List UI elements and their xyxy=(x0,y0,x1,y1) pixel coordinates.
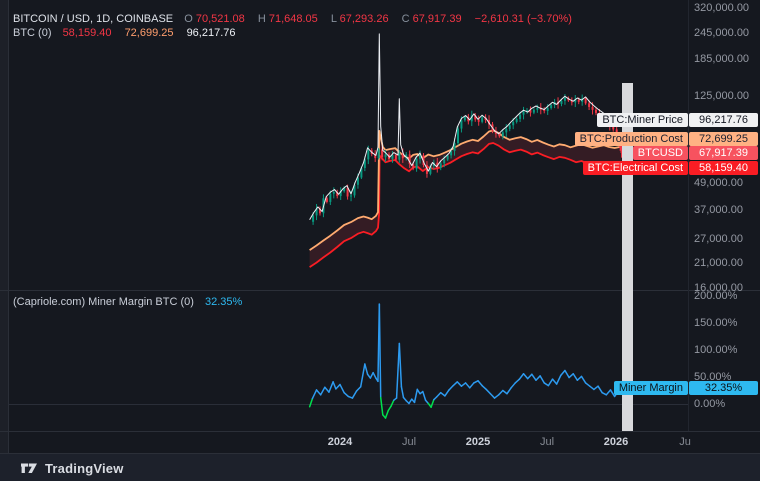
time-tick-label: 2024 xyxy=(328,436,352,448)
percent-tick-label: 0.00% xyxy=(694,398,725,410)
time-tick-label: Jul xyxy=(540,436,554,448)
price-flag-value: 67,917.39 xyxy=(689,146,758,160)
close-value: 67,917.39 xyxy=(413,13,462,25)
percent-tick-label: 200.00% xyxy=(694,290,737,302)
price-tick-label: 21,000.00 xyxy=(694,257,743,269)
price-tick-label: 245,000.00 xyxy=(694,27,749,39)
price-flag-btc-production-cost: BTC:Production Cost xyxy=(575,132,688,146)
price-tick-label: 27,000.00 xyxy=(694,233,743,245)
indicator-row-miner-cost[interactable]: BTC (0) 58,159.40 72,699.25 96,217.76 xyxy=(13,27,576,40)
price-flag-value: 96,217.76 xyxy=(689,113,758,127)
margin-legend[interactable]: (Capriole.com) Miner Margin BTC (0) 32.3… xyxy=(13,296,242,309)
low-label: L xyxy=(331,13,337,25)
price-tick-label: 37,000.00 xyxy=(694,204,743,216)
tradingview-brand[interactable]: TradingView xyxy=(45,461,124,476)
price-flag-value: 58,159.40 xyxy=(689,161,758,175)
miner-price-value: 96,217.76 xyxy=(187,27,236,39)
chart-window: BITCOIN / USD, 1D, COINBASE O 70,521.08 … xyxy=(0,0,760,481)
change-value: −2,610.31 (−3.70%) xyxy=(475,13,572,25)
indicator-title: BTC (0) xyxy=(13,27,52,39)
margin-indicator-title: (Capriole.com) Miner Margin BTC (0) xyxy=(13,296,194,308)
price-tick-label: 49,000.00 xyxy=(694,177,743,189)
low-value: 67,293.26 xyxy=(340,13,389,25)
price-tick-label: 320,000.00 xyxy=(694,2,749,14)
price-flag-miner-margin: Miner Margin xyxy=(614,381,688,395)
open-value: 70,521.08 xyxy=(196,13,245,25)
main-legend: BITCOIN / USD, 1D, COINBASE O 70,521.08 … xyxy=(13,13,576,41)
tradingview-logo-icon[interactable] xyxy=(20,461,38,475)
high-value: 71,648.05 xyxy=(269,13,318,25)
time-tick-label: Ju xyxy=(679,436,691,448)
time-tick-label: 2026 xyxy=(604,436,628,448)
price-flag-btc-electrical-cost: BTC:Electrical Cost xyxy=(583,161,688,175)
price-tick-label: 185,000.00 xyxy=(694,53,749,65)
price-tick-label: 125,000.00 xyxy=(694,90,749,102)
percent-tick-label: 150.00% xyxy=(694,317,737,329)
percent-tick-label: 100.00% xyxy=(694,344,737,356)
symbol-row[interactable]: BITCOIN / USD, 1D, COINBASE O 70,521.08 … xyxy=(13,13,576,26)
high-label: H xyxy=(258,13,266,25)
footer-toolbar: TradingView xyxy=(0,453,760,481)
price-flag-btc-miner-price: BTC:Miner Price xyxy=(597,113,688,127)
margin-current-value: 32.35% xyxy=(205,296,242,308)
electrical-cost-value: 58,159.40 xyxy=(63,27,112,39)
chart-canvas[interactable] xyxy=(0,0,760,481)
open-label: O xyxy=(184,13,193,25)
time-tick-label: 2025 xyxy=(466,436,490,448)
time-tick-label: Jul xyxy=(402,436,416,448)
price-flag-value: 32.35% xyxy=(689,381,758,395)
close-label: C xyxy=(402,13,410,25)
price-flag-btcusd: BTCUSD xyxy=(633,146,688,160)
production-cost-value: 72,699.25 xyxy=(125,27,174,39)
symbol-title: BITCOIN / USD, 1D, COINBASE xyxy=(13,13,173,25)
price-flag-value: 72,699.25 xyxy=(689,132,758,146)
